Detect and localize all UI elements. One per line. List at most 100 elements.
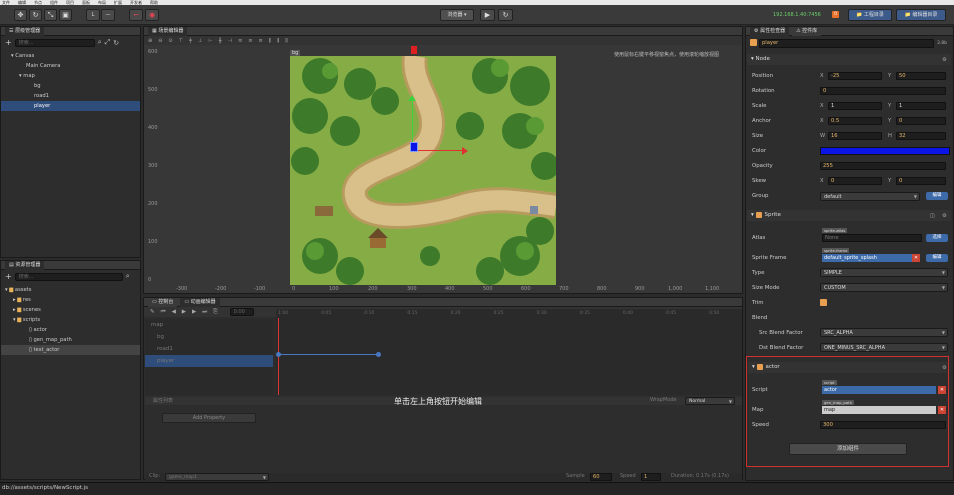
asset-search-icon[interactable]: ⌕ <box>126 272 130 281</box>
asset-file-actor[interactable]: ▯ actor <box>1 325 140 335</box>
stop-icon[interactable]: ◉ <box>145 9 159 21</box>
clear-script-icon[interactable]: ✕ <box>938 386 946 394</box>
add-component-button[interactable]: 添加组件 <box>789 443 907 455</box>
distribute-middle-icon[interactable]: ≡ <box>248 38 252 44</box>
refresh-icon[interactable]: ↻ <box>498 9 513 21</box>
asset-folder-res[interactable]: ▸ ▆ res <box>1 295 140 305</box>
map-input[interactable]: map <box>822 406 936 414</box>
color-swatch[interactable] <box>820 147 950 155</box>
animation-tab[interactable]: ▭ 动画编辑器 <box>180 297 220 307</box>
add-node-icon[interactable]: + <box>5 38 12 47</box>
actor-enabled-checkbox[interactable] <box>756 363 763 370</box>
skew-x-input[interactable]: 0 <box>828 177 882 185</box>
atlas-input[interactable]: None <box>822 234 922 242</box>
tree-item-road1[interactable]: road1 <box>1 91 140 101</box>
gizmo-x-axis[interactable] <box>412 150 462 151</box>
frame-input[interactable]: 0:00 <box>229 308 254 316</box>
trim-checkbox[interactable] <box>820 299 827 306</box>
open-editor-folder-button[interactable]: 📁 编辑器目录 <box>896 9 946 21</box>
first-frame-icon[interactable]: ⏮ <box>161 309 166 316</box>
search-icon[interactable]: ⌕ <box>98 38 102 47</box>
actor-settings-icon[interactable]: ⚙ <box>942 364 947 372</box>
rotation-input[interactable]: 0 <box>820 87 946 95</box>
scene-tab[interactable]: ▦ 场景编辑器 <box>148 26 188 36</box>
track-player[interactable]: player <box>145 355 273 367</box>
prev-frame-icon[interactable]: ◀ <box>172 309 176 315</box>
dst-blend-select[interactable]: ONE_MINUS_SRC_ALPHA <box>820 343 948 352</box>
edit-sprite-frame-button[interactable]: 编辑 <box>926 254 948 262</box>
assets-search-input[interactable]: 搜索... <box>14 272 123 281</box>
add-asset-icon[interactable]: + <box>5 272 12 281</box>
distribute-top-icon[interactable]: ≡ <box>238 38 242 44</box>
clear-sprite-frame-icon[interactable]: ✕ <box>912 254 920 262</box>
clear-map-icon[interactable]: ✕ <box>938 406 946 414</box>
timeline-area[interactable]: 1:00 0:05 0:10 0:15 0:20 0:25 0:30 0:35 0:40 0:45… <box>276 309 762 395</box>
widget-library-tab[interactable]: ⚠ 控件库 <box>792 26 822 36</box>
keyframe-start[interactable] <box>276 352 281 357</box>
type-select[interactable]: SIMPLE <box>820 268 948 277</box>
asset-file-gen-map-path[interactable]: ▯ gen_map_path <box>1 335 140 345</box>
src-blend-select[interactable]: SRC_ALPHA <box>820 328 948 337</box>
rotate-tool-icon[interactable]: ↻ <box>29 9 42 21</box>
play-icon[interactable]: ▶ <box>480 9 495 21</box>
tree-item-player[interactable]: player <box>1 101 140 111</box>
gizmo-y-arrow-icon[interactable] <box>408 95 416 101</box>
script-input[interactable]: actor <box>822 386 936 394</box>
sprite-settings-icon[interactable]: ⚙ <box>942 212 947 220</box>
align-middle-icon[interactable]: ╪ <box>189 38 192 44</box>
sprite-enabled-checkbox[interactable] <box>755 211 762 218</box>
align-bottom-icon[interactable]: ⊥ <box>198 38 202 44</box>
node-section-header[interactable]: ▾ Node <box>747 54 951 65</box>
move-tool-icon[interactable]: ✥ <box>14 9 27 21</box>
add-property-button[interactable]: Add Property <box>162 413 256 423</box>
align-center-icon[interactable]: ╫ <box>219 38 222 44</box>
pivot-center-toggle[interactable]: — <box>101 9 115 21</box>
game-map-bg[interactable] <box>290 56 556 285</box>
asset-folder-scenes[interactable]: ▸ ▆ scenes <box>1 305 140 315</box>
gizmo-icon[interactable]: ⌐ <box>129 9 143 21</box>
distribute-left-icon[interactable]: ⫼ <box>269 38 271 44</box>
distribute-bottom-icon[interactable]: ≡ <box>258 38 262 44</box>
preview-platform-dropdown[interactable]: 浏览器 ▾ <box>440 9 474 21</box>
choose-atlas-button[interactable]: 选择 <box>926 234 948 242</box>
align-left-icon[interactable]: ⊢ <box>208 38 212 44</box>
inspector-tab[interactable]: ⚙ 属性检查器 <box>750 26 790 36</box>
open-project-folder-button[interactable]: 📁 工程目录 <box>848 9 892 21</box>
hierarchy-search-input[interactable]: 搜索... <box>14 38 95 47</box>
tree-item-map[interactable]: ▾ map <box>1 71 140 81</box>
console-tab[interactable]: ▭ 控制台 <box>148 297 178 307</box>
track-bg[interactable]: bg <box>145 331 273 343</box>
position-x-input[interactable]: -25 <box>828 72 882 80</box>
add-event-icon[interactable]: ⎘ <box>213 309 217 316</box>
distribute-right-icon[interactable]: ⫼ <box>285 38 287 44</box>
zoom-out-icon[interactable]: ⊖ <box>158 38 162 44</box>
node-active-checkbox[interactable] <box>750 39 757 46</box>
align-top-icon[interactable]: ⊤ <box>179 38 183 44</box>
group-select[interactable]: default <box>820 192 920 201</box>
actor-speed-input[interactable]: 300 <box>820 421 946 429</box>
zoom-in-icon[interactable]: ⊕ <box>148 38 152 44</box>
node-name-input[interactable]: player <box>759 39 934 48</box>
expand-all-icon[interactable]: ⤢ <box>105 38 111 47</box>
next-frame-icon[interactable]: ▶ <box>192 309 196 315</box>
edit-group-button[interactable]: 编辑 <box>926 192 948 200</box>
distribute-center-icon[interactable]: ⫼ <box>277 38 279 44</box>
zoom-reset-icon[interactable]: ⊙ <box>168 38 172 44</box>
scale-tool-icon[interactable]: ⤡ <box>44 9 57 21</box>
gizmo-y-axis[interactable] <box>412 98 413 144</box>
play-anim-icon[interactable]: ▶ <box>182 309 186 315</box>
scale-y-input[interactable]: 1 <box>896 102 946 110</box>
wrap-mode-select[interactable]: Normal <box>685 397 735 406</box>
tree-item-main-camera[interactable]: Main Camera <box>1 61 140 71</box>
sprite-section-header[interactable]: ▾ Sprite <box>747 210 951 221</box>
track-map[interactable]: map <box>145 319 273 331</box>
tree-item-bg[interactable]: bg <box>1 81 140 91</box>
notification-badge[interactable]: 0 <box>832 11 839 18</box>
size-h-input[interactable]: 32 <box>896 132 946 140</box>
tree-item-canvas[interactable]: ▾ Canvas <box>1 51 140 61</box>
asset-folder-scripts[interactable]: ▾ ▆ scripts <box>1 315 140 325</box>
opacity-input[interactable]: 255 <box>820 162 946 170</box>
node-settings-icon[interactable]: ⚙ <box>942 56 947 64</box>
edit-mode-icon[interactable]: ✎ <box>150 309 155 315</box>
hierarchy-tab[interactable]: ☰ 层级管理器 <box>5 26 45 36</box>
